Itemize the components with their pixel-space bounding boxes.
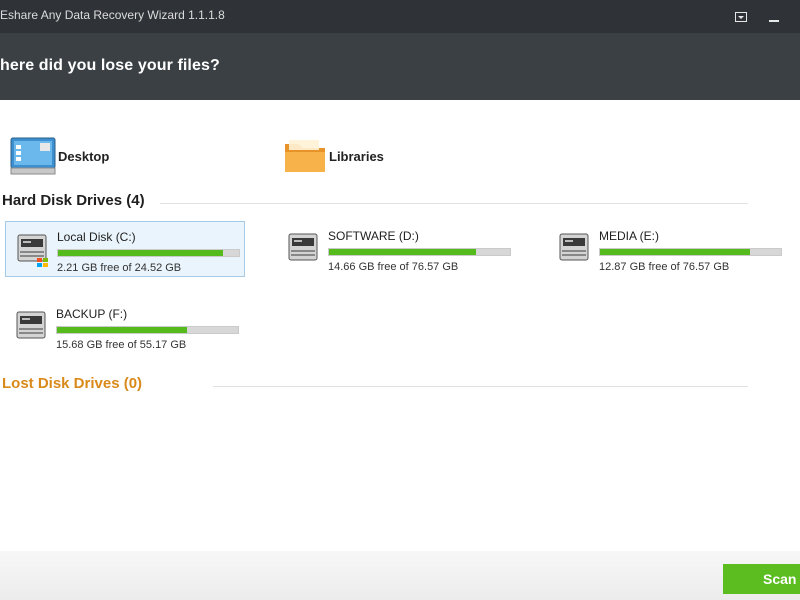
drive-name: Local Disk (C:) (57, 230, 136, 244)
drive-name: MEDIA (E:) (599, 229, 660, 243)
drive-usage-fill (600, 249, 751, 255)
hard-drive-icon (559, 233, 589, 261)
location-desktop[interactable]: Desktop (10, 136, 109, 176)
location-desktop-label: Desktop (58, 148, 110, 164)
drive-item-e[interactable]: MEDIA (E:) 12.87 GB free of 76.57 GB (548, 221, 788, 277)
drive-usage-bar (599, 248, 782, 256)
drive-free-space: 2.21 GB free of 24.52 GB (57, 262, 182, 274)
scan-button[interactable]: Scan (723, 564, 800, 594)
footer-bar (0, 551, 800, 600)
hard-drive-icon (16, 311, 46, 339)
drive-name: BACKUP (F:) (56, 307, 128, 321)
drive-name: SOFTWARE (D:) (328, 229, 419, 243)
section-divider (160, 203, 748, 204)
hard-drive-icon (288, 233, 318, 261)
lost-disk-section-title: Lost Disk Drives (0) (2, 375, 143, 392)
drive-item-f[interactable]: BACKUP (F:) 15.68 GB free of 55.17 GB (5, 299, 245, 355)
drive-usage-fill (58, 250, 223, 256)
drive-item-c[interactable]: Local Disk (C:) 2.21 GB free of 24.52 GB (5, 221, 245, 277)
drive-free-space: 15.68 GB free of 55.17 GB (56, 339, 187, 351)
folder-icon (285, 140, 325, 172)
hard-disk-section-title: Hard Disk Drives (4) (2, 192, 145, 209)
drive-free-space: 12.87 GB free of 76.57 GB (599, 261, 730, 273)
menu-dropdown-button[interactable] (733, 9, 749, 25)
wizard-header: here did you lose your files? (0, 33, 800, 100)
windows-drive-icon (17, 234, 48, 267)
drive-usage-bar (57, 249, 240, 257)
drive-usage-bar (328, 248, 511, 256)
section-divider (213, 386, 748, 387)
title-bar: Eshare Any Data Recovery Wizard 1.1.1.8 (0, 0, 800, 33)
dropdown-menu-icon (735, 12, 747, 22)
location-libraries-label: Libraries (329, 148, 384, 164)
app-title: Eshare Any Data Recovery Wizard 1.1.1.8 (0, 8, 225, 22)
desktop-icon (10, 137, 56, 175)
minimize-button[interactable] (766, 9, 782, 25)
minimize-icon (769, 20, 779, 22)
header-question: here did you lose your files? (0, 57, 220, 74)
drive-usage-bar (56, 326, 239, 334)
drive-free-space: 14.66 GB free of 76.57 GB (328, 261, 459, 273)
drive-usage-fill (329, 249, 476, 255)
drive-usage-fill (57, 327, 188, 333)
location-libraries[interactable]: Libraries (283, 136, 384, 176)
drive-item-d[interactable]: SOFTWARE (D:) 14.66 GB free of 76.57 GB (277, 221, 517, 277)
